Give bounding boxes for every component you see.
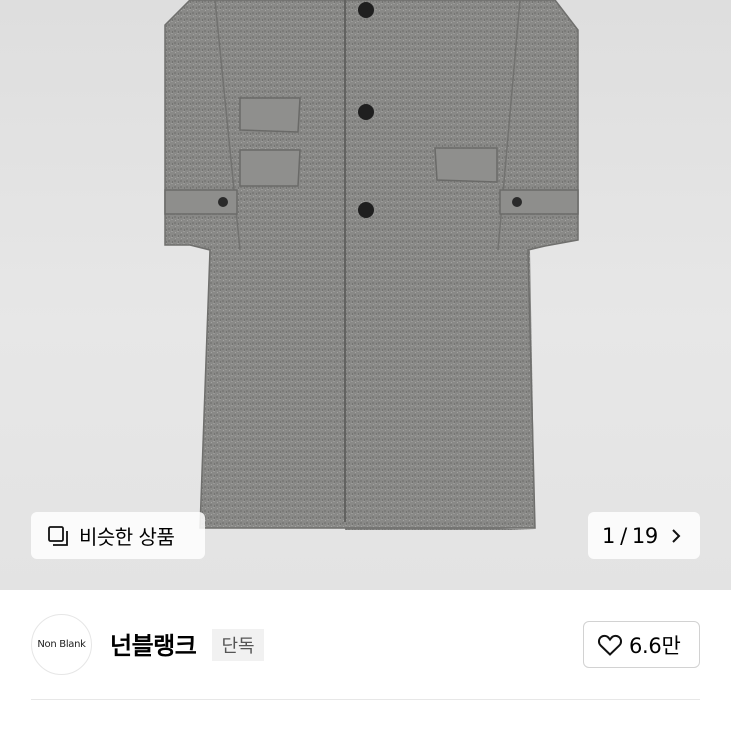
copy-squares-icon	[46, 524, 70, 548]
section-divider	[31, 699, 700, 700]
image-counter-button[interactable]: 1 / 19	[588, 512, 700, 559]
coat-product-image	[164, 0, 579, 530]
like-count: 6.6만	[629, 633, 681, 658]
brand-logo[interactable]: Non Blank	[31, 614, 92, 675]
brand-info-bar: Non Blank 넌블랭크 단독 6.6만	[0, 590, 731, 731]
brand-logo-text: Non Blank	[37, 639, 86, 650]
product-image-gallery[interactable]: 비슷한 상품 1 / 19	[0, 0, 731, 590]
brand-name-link[interactable]: 넌블랭크	[110, 626, 197, 661]
counter-separator: /	[620, 523, 627, 548]
current-image-index: 1	[602, 523, 616, 548]
similar-products-label: 비슷한 상품	[79, 525, 175, 549]
heart-outline-icon	[597, 633, 623, 657]
total-image-count: 19	[631, 523, 658, 548]
similar-products-button[interactable]: 비슷한 상품	[31, 512, 205, 559]
like-button[interactable]: 6.6만	[583, 621, 700, 668]
exclusive-badge: 단독	[212, 629, 264, 661]
chevron-right-icon	[670, 527, 682, 545]
